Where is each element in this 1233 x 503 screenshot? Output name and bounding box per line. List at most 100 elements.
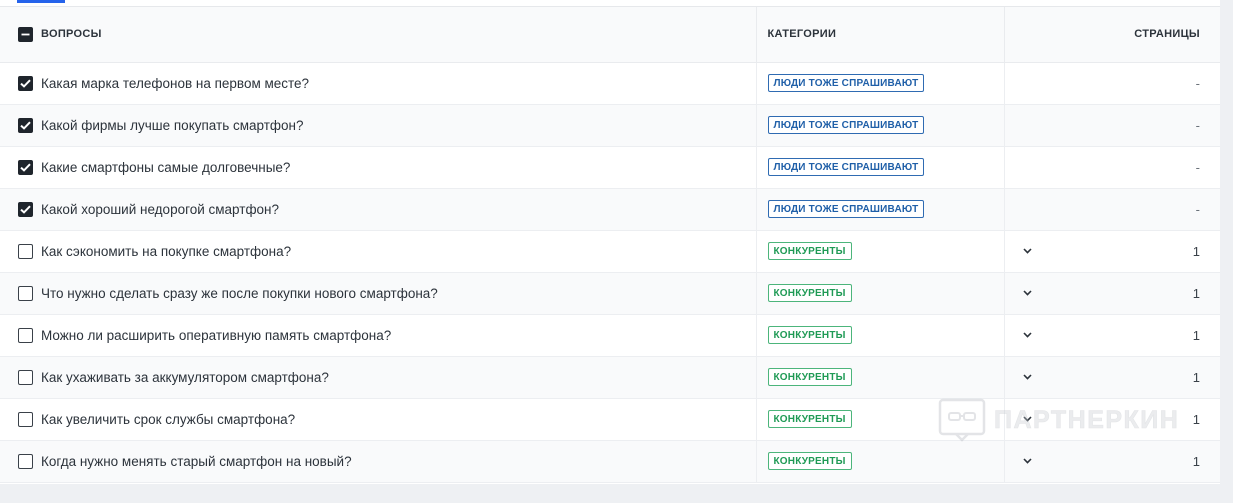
- expand-chevron-icon[interactable]: [1023, 456, 1033, 466]
- pages-cell: 1: [1004, 314, 1220, 357]
- row-checkbox[interactable]: [18, 327, 33, 343]
- page-count: -: [1195, 117, 1200, 133]
- category-cell: ЛЮДИ ТОЖЕ СПРАШИВАЮТ: [756, 104, 1005, 147]
- table-row[interactable]: Какой хороший недорогой смартфон? ЛЮДИ ТО…: [0, 188, 1220, 231]
- row-checkbox[interactable]: [18, 243, 33, 259]
- pages-cell: 1: [1004, 230, 1220, 273]
- page-count: 1: [1192, 411, 1200, 427]
- category-cell: КОНКУРЕНТЫ: [756, 398, 1005, 441]
- question-cell: Когда нужно менять старый смартфон на но…: [0, 440, 757, 483]
- table-row[interactable]: Как увеличить срок службы смартфона? КОНК…: [0, 398, 1220, 441]
- table-header-row: ВОПРОСЫ КАТЕГОРИИ СТРАНИЦЫ: [0, 7, 1220, 63]
- column-header-pages: СТРАНИЦЫ: [1004, 7, 1220, 63]
- question-text: Как увеличить срок службы смартфона?: [41, 411, 296, 427]
- row-checkbox[interactable]: [18, 117, 33, 133]
- page-count: -: [1195, 75, 1200, 91]
- category-cell: КОНКУРЕНТЫ: [756, 440, 1005, 483]
- row-checkbox[interactable]: [18, 201, 33, 217]
- page-count: 1: [1192, 243, 1200, 259]
- page-count: -: [1195, 201, 1200, 217]
- select-all-checkbox[interactable]: [18, 26, 33, 42]
- table-row[interactable]: Что нужно сделать сразу же после покупки…: [0, 272, 1220, 315]
- question-text: Когда нужно менять старый смартфон на но…: [41, 453, 352, 469]
- question-cell: Как сэкономить на покупке смартфона?: [0, 230, 757, 273]
- column-header-questions: ВОПРОСЫ: [0, 7, 757, 63]
- question-text: Как ухаживать за аккумулятором смартфона…: [41, 369, 329, 385]
- checkmark-icon: [20, 121, 31, 130]
- expand-chevron-icon[interactable]: [1023, 330, 1033, 340]
- category-badge: КОНКУРЕНТЫ: [767, 284, 852, 302]
- expand-chevron-icon[interactable]: [1023, 372, 1033, 382]
- pages-cell: 1: [1004, 272, 1220, 315]
- page-count: -: [1195, 159, 1200, 175]
- category-badge: КОНКУРЕНТЫ: [767, 326, 852, 344]
- question-text: Какая марка телефонов на первом месте?: [41, 75, 310, 91]
- checkmark-icon: [20, 163, 31, 172]
- category-cell: ЛЮДИ ТОЖЕ СПРАШИВАЮТ: [756, 188, 1005, 231]
- category-cell: КОНКУРЕНТЫ: [756, 230, 1005, 273]
- expand-chevron-icon[interactable]: [1023, 246, 1033, 256]
- category-cell: КОНКУРЕНТЫ: [756, 356, 1005, 399]
- table-row[interactable]: Как сэкономить на покупке смартфона? КОНК…: [0, 230, 1220, 273]
- category-cell: КОНКУРЕНТЫ: [756, 272, 1005, 315]
- question-cell: Какой хороший недорогой смартфон?: [0, 188, 757, 231]
- category-badge: ЛЮДИ ТОЖЕ СПРАШИВАЮТ: [767, 158, 925, 176]
- chevron-placeholder: [1023, 204, 1033, 214]
- chevron-placeholder: [1023, 120, 1033, 130]
- category-badge: КОНКУРЕНТЫ: [767, 368, 852, 386]
- column-header-categories: КАТЕГОРИИ: [756, 7, 1005, 63]
- question-cell: Какой фирмы лучше покупать смартфон?: [0, 104, 757, 147]
- panel-footer: [0, 484, 1220, 503]
- question-text: Какой хороший недорогой смартфон?: [41, 201, 280, 217]
- row-checkbox[interactable]: [18, 453, 33, 469]
- question-cell: Что нужно сделать сразу же после покупки…: [0, 272, 757, 315]
- pages-cell: -: [1004, 146, 1220, 189]
- questions-table: ВОПРОСЫ КАТЕГОРИИ СТРАНИЦЫ Какая марка т…: [0, 7, 1220, 483]
- expand-chevron-icon[interactable]: [1023, 414, 1033, 424]
- minus-icon: [21, 33, 30, 36]
- page-count: 1: [1192, 285, 1200, 301]
- question-cell: Можно ли расширить оперативную память см…: [0, 314, 757, 357]
- app-window: ВОПРОСЫ КАТЕГОРИИ СТРАНИЦЫ Какая марка т…: [0, 0, 1233, 503]
- table-body: Какая марка телефонов на первом месте? ЛЮ…: [0, 62, 1220, 483]
- row-checkbox[interactable]: [18, 411, 33, 427]
- category-badge: КОНКУРЕНТЫ: [767, 410, 852, 428]
- checkmark-icon: [20, 79, 31, 88]
- table-row[interactable]: Можно ли расширить оперативную память см…: [0, 314, 1220, 357]
- question-text: Какой фирмы лучше покупать смартфон?: [41, 117, 304, 133]
- table-row[interactable]: Когда нужно менять старый смартфон на но…: [0, 440, 1220, 483]
- table-row[interactable]: Какой фирмы лучше покупать смартфон? ЛЮДИ…: [0, 104, 1220, 147]
- table-row[interactable]: Какая марка телефонов на первом месте? ЛЮ…: [0, 62, 1220, 105]
- row-checkbox[interactable]: [18, 159, 33, 175]
- category-badge: ЛЮДИ ТОЖЕ СПРАШИВАЮТ: [767, 200, 925, 218]
- expand-chevron-icon[interactable]: [1023, 288, 1033, 298]
- row-checkbox[interactable]: [18, 369, 33, 385]
- page-count: 1: [1192, 327, 1200, 343]
- question-cell: Какая марка телефонов на первом месте?: [0, 62, 757, 105]
- active-tab-indicator: [17, 0, 65, 3]
- table-row[interactable]: Какие смартфоны самые долговечные? ЛЮДИ Т…: [0, 146, 1220, 189]
- row-checkbox[interactable]: [18, 75, 33, 91]
- category-badge: ЛЮДИ ТОЖЕ СПРАШИВАЮТ: [767, 116, 925, 134]
- scrollbar-track[interactable]: [1220, 0, 1233, 503]
- table-row[interactable]: Как ухаживать за аккумулятором смартфона…: [0, 356, 1220, 399]
- question-text: Можно ли расширить оперативную память см…: [41, 327, 392, 343]
- question-cell: Как ухаживать за аккумулятором смартфона…: [0, 356, 757, 399]
- pages-cell: -: [1004, 62, 1220, 105]
- category-cell: КОНКУРЕНТЫ: [756, 314, 1005, 357]
- category-cell: ЛЮДИ ТОЖЕ СПРАШИВАЮТ: [756, 146, 1005, 189]
- questions-panel: ВОПРОСЫ КАТЕГОРИИ СТРАНИЦЫ Какая марка т…: [0, 0, 1220, 484]
- category-badge: ЛЮДИ ТОЖЕ СПРАШИВАЮТ: [767, 74, 925, 92]
- column-header-questions-label: ВОПРОСЫ: [41, 28, 102, 41]
- category-badge: КОНКУРЕНТЫ: [767, 242, 852, 260]
- pages-cell: 1: [1004, 356, 1220, 399]
- chevron-placeholder: [1023, 78, 1033, 88]
- question-cell: Какие смартфоны самые долговечные?: [0, 146, 757, 189]
- page-count: 1: [1192, 453, 1200, 469]
- question-text: Как сэкономить на покупке смартфона?: [41, 243, 292, 259]
- checkmark-icon: [20, 205, 31, 214]
- category-cell: ЛЮДИ ТОЖЕ СПРАШИВАЮТ: [756, 62, 1005, 105]
- question-text: Что нужно сделать сразу же после покупки…: [41, 285, 438, 301]
- row-checkbox[interactable]: [18, 285, 33, 301]
- category-badge: КОНКУРЕНТЫ: [767, 452, 852, 470]
